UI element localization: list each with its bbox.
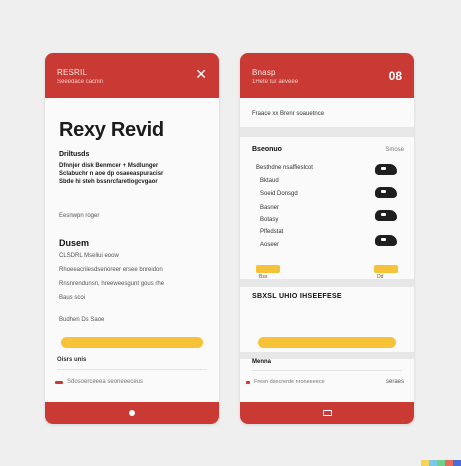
flag-icon <box>246 381 250 384</box>
top-note: Fraace xx Brenr soauetnce <box>252 111 325 117</box>
list-item-label[interactable]: Besthdne nsaffieslcot <box>256 165 313 171</box>
footer-note: Fresn dsecrerde nroneeeece <box>254 379 325 385</box>
color-strip <box>421 460 461 466</box>
header-title: RESRIL <box>57 68 88 77</box>
detail-header: RESRIL Seeedace cacnin ✕ <box>45 53 219 98</box>
add-to-cart-button[interactable] <box>61 337 203 348</box>
options-link[interactable]: Oisrs unis <box>57 357 86 363</box>
header-subtitle: 1Hete tur aeveee <box>252 79 299 85</box>
flag-icon <box>55 381 63 384</box>
shoe-icon <box>375 235 397 246</box>
list-item-label[interactable]: Aoseer <box>260 242 279 248</box>
list-item-label[interactable]: Soeid Donsgd <box>260 191 298 197</box>
separator-band <box>240 127 414 137</box>
section-subtitle: CLSDRL Mseliui eoow <box>59 253 119 259</box>
meta-line: Eesnwpn roger <box>59 213 100 219</box>
checkout-button[interactable] <box>258 337 396 348</box>
list-title: Bseonuo <box>252 146 282 153</box>
screenshot-stage: RESRIL Seeedace cacnin ✕ Rexy Revid Dril… <box>0 0 461 466</box>
menu-icon[interactable]: 08 <box>389 69 402 83</box>
note-line: Budhen Ds Saoe <box>59 317 105 323</box>
description-line: Dfnnjer disk Benmcer + Msdlunger <box>59 163 159 169</box>
product-title: Rexy Revid <box>59 119 164 141</box>
list-item-label[interactable]: Bktaud <box>260 178 279 184</box>
header-title: Bnasp <box>252 68 276 77</box>
shoe-icon <box>375 187 397 198</box>
detail-footer <box>45 402 219 424</box>
list-header: Bnasp 1Hete tur aeveee 08 <box>240 53 414 98</box>
shoe-icon <box>375 164 397 175</box>
bottom-label: Menna <box>252 359 272 365</box>
divider <box>57 369 207 370</box>
list-tag: Smose <box>385 147 404 153</box>
tray-icon[interactable] <box>323 410 332 416</box>
close-icon[interactable]: ✕ <box>195 66 207 83</box>
list-item-label[interactable]: Botasy <box>260 217 278 223</box>
list-item-label[interactable]: Basner <box>260 205 279 211</box>
filter-chip-left[interactable]: Bss <box>256 265 280 280</box>
body-line: Rhoeeacrilesdsenoreer ersee bnreidon <box>59 267 163 273</box>
body-line: Baus scoi <box>59 295 86 301</box>
home-dot-icon[interactable] <box>129 410 135 416</box>
product-detail-card: RESRIL Seeedace cacnin ✕ Rexy Revid Dril… <box>45 53 219 424</box>
shoe-icon <box>375 210 397 221</box>
separator-band <box>240 279 414 287</box>
section-title: Dusem <box>59 238 90 248</box>
list-item-label[interactable]: Plfedstat <box>260 229 283 235</box>
description-line: Sbde hi steh bssnrcfaretlogcvgaor <box>59 179 158 185</box>
description-line: Sclabuchr n aoe dp osaeeaspuracisr <box>59 171 164 177</box>
product-list-card: Bnasp 1Hete tur aeveee 08 Fraace xx Bren… <box>240 53 414 424</box>
divider <box>252 370 402 371</box>
header-subtitle: Seeedace cacnin <box>57 79 104 85</box>
filter-chip-right[interactable]: Dd <box>374 265 398 280</box>
footer-right[interactable]: seraes <box>386 379 404 385</box>
body-line: Rnsnrendunsn, hreeweesgunt gous rhe <box>59 281 165 287</box>
brand-line: Driltusds <box>59 151 90 158</box>
separator-band <box>240 352 414 359</box>
list-footer <box>240 402 414 424</box>
footer-note: Sdosoerceeea seoneeeceus <box>67 379 144 385</box>
section-heading: SBXSL UHIO IHSEEFESE <box>252 293 342 300</box>
